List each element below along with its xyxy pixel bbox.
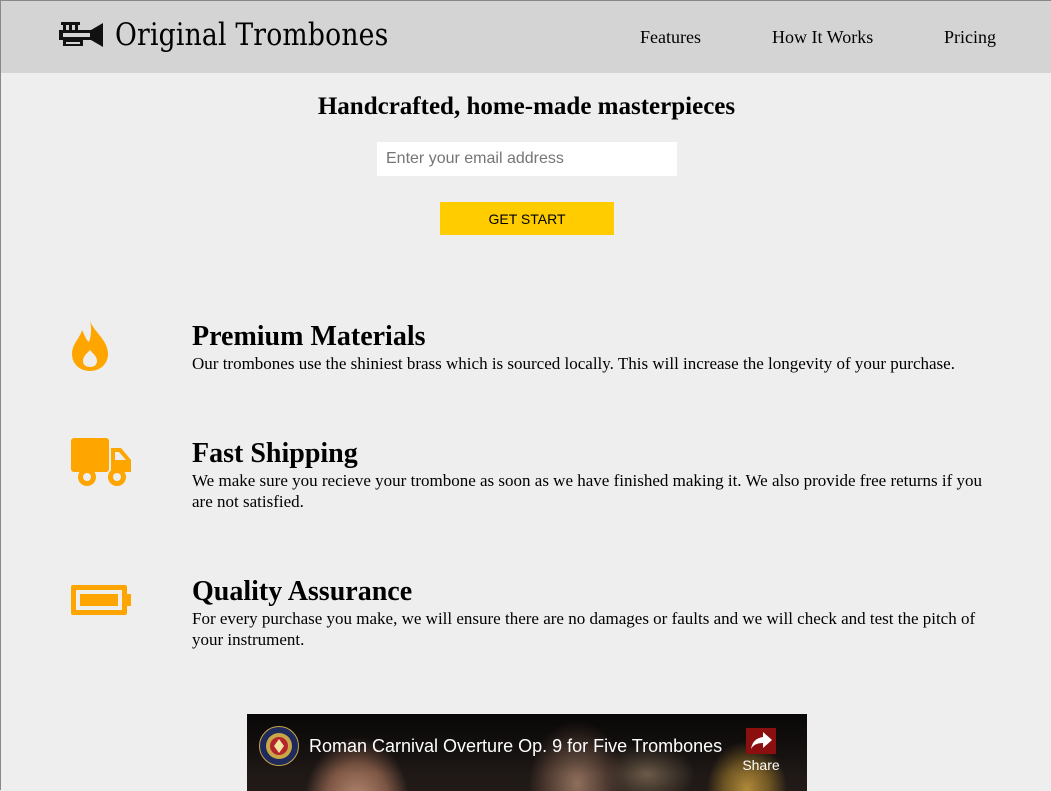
video-player[interactable]: Roman Carnival Overture Op. 9 for Five T… xyxy=(247,714,807,791)
feature-title: Fast Shipping xyxy=(192,438,358,469)
feature-title: Premium Materials xyxy=(192,321,426,352)
hero-title: Handcrafted, home-made masterpieces xyxy=(317,93,736,120)
feature-description: Our trombones use the shiniest brass whi… xyxy=(192,354,955,373)
feature-title: Quality Assurance xyxy=(192,576,413,607)
get-start-button[interactable]: GET START xyxy=(440,202,614,235)
nav-item-features[interactable]: Features xyxy=(640,27,701,48)
site-header: Original Trombones Features How It Works… xyxy=(1,1,1051,73)
share-button[interactable]: Share xyxy=(739,722,783,784)
battery-icon xyxy=(70,584,132,621)
feature-description: For every purchase you make, we will ens… xyxy=(192,609,976,649)
fire-icon xyxy=(70,320,110,377)
nav-link-features[interactable]: Features xyxy=(640,27,701,47)
brand-name: Original Trombones xyxy=(115,17,389,53)
channel-avatar[interactable] xyxy=(259,726,299,766)
video-title[interactable]: Roman Carnival Overture Op. 9 for Five T… xyxy=(309,736,722,757)
nav-item-how-it-works[interactable]: How It Works xyxy=(772,27,873,48)
nav-item-pricing[interactable]: Pricing xyxy=(944,27,996,48)
truck-icon xyxy=(70,437,132,492)
feature-description: We make sure you recieve your trombone a… xyxy=(192,471,983,511)
trumpet-icon xyxy=(57,21,105,49)
nav-link-pricing[interactable]: Pricing xyxy=(944,27,996,47)
brand-logo[interactable]: Original Trombones xyxy=(57,17,433,53)
share-label: Share xyxy=(742,757,780,773)
nav-link-how-it-works[interactable]: How It Works xyxy=(772,27,873,47)
email-input[interactable] xyxy=(377,142,677,176)
share-icon xyxy=(746,728,776,754)
